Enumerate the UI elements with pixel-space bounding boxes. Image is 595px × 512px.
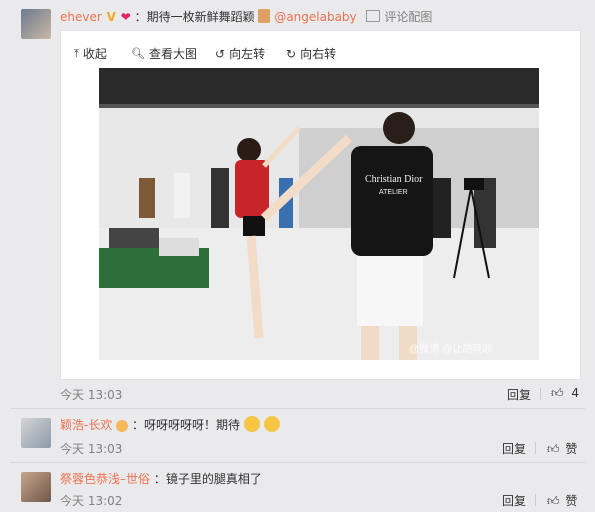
comment-text: ：镜子里的腿真相了 — [153, 472, 262, 486]
post-reply-button[interactable]: 回复 — [507, 386, 531, 403]
divider — [10, 408, 585, 409]
comment-author[interactable]: 祭蓉色恭浅–世俗 — [60, 472, 150, 486]
rotate-left-icon: ↺ — [215, 46, 226, 61]
shirt-brand-text: Christian Dior — [365, 174, 423, 185]
comment-text: ：呀呀呀呀呀！期待 — [132, 418, 241, 432]
image-icon — [366, 10, 381, 22]
verified-v-icon: V — [106, 10, 116, 24]
shirt-sub-text: ATELIER — [379, 189, 408, 196]
dance-studio-photo[interactable]: Christian Dior ATELIER @微博 @让胡晓歌 — [99, 68, 539, 360]
post-like-count: 4 — [571, 386, 580, 400]
comment-author[interactable]: 颖浩-长欢 — [60, 418, 112, 432]
divider — [535, 494, 536, 506]
photo-watermark: @微博 @让胡晓歌 — [409, 342, 492, 355]
comment-reply-button[interactable]: 回复 — [502, 492, 526, 509]
post-author[interactable]: ehever — [60, 10, 102, 24]
rotate-right-icon: ↻ — [286, 46, 297, 61]
avatar[interactable] — [21, 9, 51, 39]
rotate-left-button[interactable]: ↺ 向左转 — [215, 45, 265, 62]
avatar[interactable] — [21, 418, 51, 448]
like-label: 赞 — [565, 442, 578, 456]
shocked-face-icon — [263, 416, 280, 432]
view-large-button[interactable]: 🔍︎ 查看大图 — [131, 45, 197, 62]
upload-arrow-icon: ⤒ — [74, 46, 79, 60]
like-label: 赞 — [565, 494, 578, 508]
boot-emoji-icon — [258, 9, 271, 23]
collapse-button[interactable]: ⤒ 收起 — [74, 45, 107, 62]
comment: 祭蓉色恭浅–世俗 ：镜子里的腿真相了 — [60, 470, 595, 487]
heart-icon: ❤ — [120, 10, 131, 24]
comment-like-button[interactable]: 👍︎ 赞 — [547, 440, 577, 457]
reply-with-image-link[interactable]: 评论配图 — [384, 10, 432, 24]
view-large-label: 查看大图 — [148, 47, 197, 61]
magnifier-icon: 🔍︎ — [131, 47, 145, 60]
post-like-button[interactable]: 👍︎ 4 — [551, 386, 579, 401]
comment-time: 今天 13:03 — [60, 442, 123, 456]
post-time: 今天 13:03 — [60, 388, 123, 402]
post-header: ehever V ❤ ：期待一枚新鲜舞蹈颖 @angelababy 评论配图 — [60, 8, 595, 25]
rotate-right-button[interactable]: ↻ 向右转 — [286, 45, 336, 62]
comment-reply-button[interactable]: 回复 — [502, 440, 526, 457]
thumbs-up-icon: 👍︎ — [547, 494, 560, 508]
mention-link[interactable]: @angelababy — [274, 10, 356, 24]
divider — [10, 462, 585, 463]
badge-icon — [116, 420, 129, 432]
shocked-face-icon — [243, 416, 260, 432]
divider — [535, 442, 536, 454]
thumbs-up-icon: 👍︎ — [547, 442, 560, 456]
divider — [540, 388, 541, 400]
thumbs-up-icon: 👍︎ — [551, 386, 564, 400]
avatar[interactable] — [21, 472, 51, 502]
comment: 颖浩-长欢 ：呀呀呀呀呀！期待 — [60, 416, 595, 433]
comment-time: 今天 13:02 — [60, 494, 123, 508]
comment-like-button[interactable]: 👍︎ 赞 — [547, 492, 577, 509]
rotate-left-label: 向左转 — [229, 47, 266, 61]
rotate-right-label: 向右转 — [300, 47, 337, 61]
collapse-label: 收起 — [82, 47, 107, 61]
post-text: ：期待一枚新鲜舞蹈颖 — [134, 10, 255, 24]
